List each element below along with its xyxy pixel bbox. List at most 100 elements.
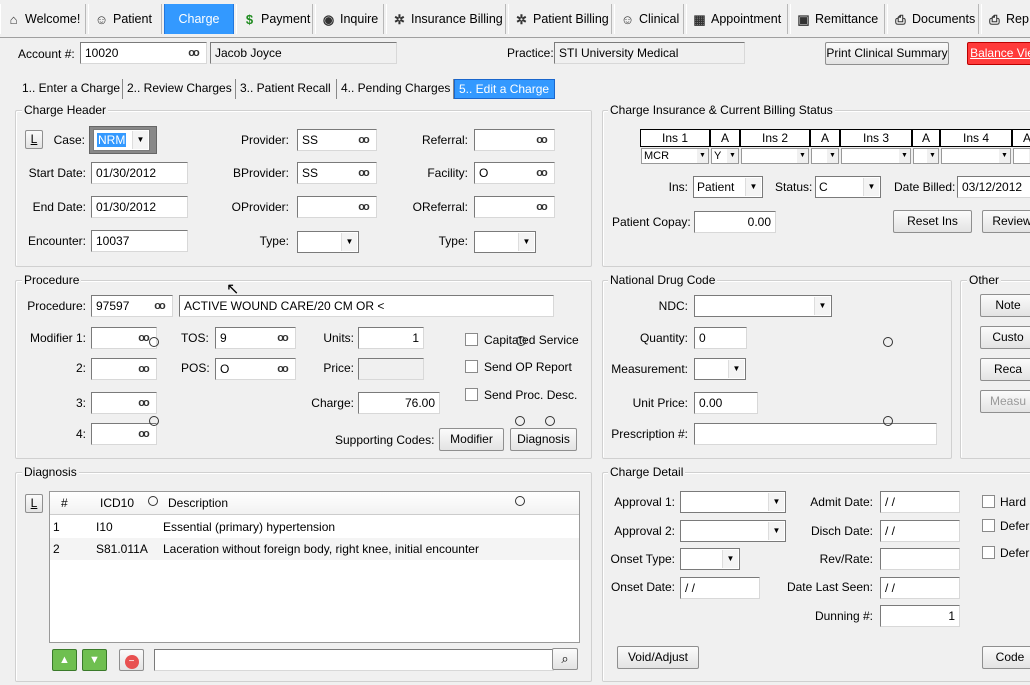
nav-welcome[interactable]: ⌂ Welcome!: [0, 4, 86, 34]
bprovider-field[interactable]: SS oo: [297, 162, 377, 184]
nav-appointment[interactable]: ▦ Appointment: [686, 4, 788, 34]
diagnosis-l-button[interactable]: L: [25, 494, 43, 513]
modifier2-field[interactable]: oo: [91, 358, 157, 380]
search-icon[interactable]: ⌕: [552, 648, 578, 670]
lookup-icon[interactable]: oo: [530, 198, 552, 216]
code-button[interactable]: Code: [982, 646, 1030, 669]
type2-select[interactable]: ▼: [474, 231, 536, 253]
note-button[interactable]: Note: [980, 294, 1030, 317]
type-select[interactable]: ▼: [297, 231, 359, 253]
reset-ins-button[interactable]: Reset Ins: [893, 210, 972, 233]
procedure-code-field[interactable]: 97597 oo: [91, 295, 173, 317]
pos-field[interactable]: Ooo: [215, 358, 296, 380]
start-date-field[interactable]: 01/30/2012: [91, 162, 188, 184]
oprovider-field[interactable]: oo: [297, 196, 377, 218]
prescription-field[interactable]: [694, 423, 937, 445]
tab-3[interactable]: 3.. Patient Recall: [236, 79, 337, 99]
approval1-select[interactable]: ▼: [680, 491, 786, 513]
diagnosis-search-input[interactable]: [154, 649, 554, 671]
tab-4[interactable]: 4.. Pending Charges: [337, 79, 454, 99]
encounter-field[interactable]: 10037: [91, 230, 188, 252]
print-clinical-summary-button[interactable]: Print Clinical Summary: [825, 42, 949, 65]
ins-grid-select[interactable]: MCR ▼: [641, 148, 709, 164]
move-down-icon[interactable]: ▼: [82, 649, 107, 671]
onset-date-field[interactable]: / /: [680, 577, 760, 599]
void-adjust-button[interactable]: Void/Adjust: [617, 646, 699, 669]
custom-button[interactable]: Custo: [980, 326, 1030, 349]
ins-grid-select[interactable]: ▼: [1013, 148, 1030, 164]
lookup-icon[interactable]: oo: [271, 329, 293, 347]
defer2-checkbox[interactable]: [982, 546, 995, 559]
nav-charge[interactable]: Charge: [164, 4, 234, 34]
facility-field[interactable]: Ooo: [474, 162, 555, 184]
date-billed-field[interactable]: 03/12/2012: [957, 176, 1030, 198]
lookup-icon[interactable]: oo: [132, 360, 154, 378]
ins-grid-select[interactable]: Y ▼: [711, 148, 739, 164]
quantity-field[interactable]: 0: [694, 327, 747, 349]
modifier3-field[interactable]: oo: [91, 392, 157, 414]
move-up-icon[interactable]: ▲: [52, 649, 77, 671]
copay-field[interactable]: 0.00: [694, 211, 776, 233]
nav-clinical[interactable]: ☺ Clinical: [614, 4, 684, 34]
tab-2[interactable]: 2.. Review Charges: [123, 79, 236, 99]
approval2-select[interactable]: ▼: [680, 520, 786, 542]
send-op-report-checkbox[interactable]: [465, 360, 478, 373]
modifier4-field[interactable]: oo: [91, 423, 157, 445]
nav-payment[interactable]: $ Payment: [236, 4, 313, 34]
lookup-icon[interactable]: oo: [271, 360, 293, 378]
lookup-icon[interactable]: oo: [132, 425, 154, 443]
send-proc-desc-checkbox[interactable]: [465, 388, 478, 401]
lookup-icon[interactable]: oo: [352, 198, 374, 216]
case-select[interactable]: NRM ▼: [93, 129, 150, 151]
nav-remittance[interactable]: ▣ Remittance: [790, 4, 885, 34]
units-field[interactable]: 1: [358, 327, 424, 349]
dunning-field[interactable]: 1: [880, 605, 960, 627]
lookup-icon[interactable]: oo: [352, 131, 374, 149]
onset-type-select[interactable]: ▼: [680, 548, 740, 570]
nav-insurance-billing[interactable]: ✲ Insurance Billing: [386, 4, 506, 34]
lookup-icon[interactable]: oo: [148, 297, 170, 315]
tab-5[interactable]: 5.. Edit a Charge: [454, 79, 555, 99]
ins-grid-select[interactable]: ▼: [913, 148, 939, 164]
ndc-select[interactable]: ▼: [694, 295, 832, 317]
nav-rep[interactable]: ⎙ Rep: [981, 4, 1030, 34]
diagnosis-button[interactable]: Diagnosis: [510, 428, 577, 451]
lookup-icon[interactable]: oo: [132, 394, 154, 412]
hard-copy-checkbox[interactable]: [982, 495, 995, 508]
disch-date-field[interactable]: / /: [880, 520, 960, 542]
modifier1-field[interactable]: oo: [91, 327, 157, 349]
referral-field[interactable]: oo: [474, 129, 555, 151]
lookup-icon[interactable]: oo: [352, 164, 374, 182]
lookup-icon[interactable]: oo: [530, 164, 552, 182]
ins-grid-select[interactable]: ▼: [941, 148, 1011, 164]
rev-rate-field[interactable]: [880, 548, 960, 570]
recall-button[interactable]: Reca: [980, 358, 1030, 381]
oreferral-field[interactable]: oo: [474, 196, 555, 218]
nav-inquire[interactable]: ◉ Inquire: [315, 4, 384, 34]
ins-grid-select[interactable]: ▼: [741, 148, 809, 164]
review-button[interactable]: Review: [982, 210, 1030, 233]
status-select[interactable]: C ▼: [815, 176, 881, 198]
lookup-icon[interactable]: oo: [182, 44, 204, 62]
date-last-seen-field[interactable]: / /: [880, 577, 960, 599]
provider-field[interactable]: SS oo: [297, 129, 377, 151]
nav-documents[interactable]: ⎙ Documents: [887, 4, 979, 34]
balance-view-button[interactable]: Balance Vie: [967, 42, 1030, 65]
defer1-checkbox[interactable]: [982, 519, 995, 532]
lookup-icon[interactable]: oo: [530, 131, 552, 149]
end-date-field[interactable]: 01/30/2012: [91, 196, 188, 218]
unit-price-field[interactable]: 0.00: [694, 392, 758, 414]
charge-header-l-button[interactable]: L: [25, 130, 43, 149]
nav-patient-billing[interactable]: ✲ Patient Billing: [508, 4, 612, 34]
account-number-field[interactable]: 10020 oo: [80, 42, 207, 64]
remove-icon[interactable]: −: [119, 649, 144, 671]
nav-patient[interactable]: ☺ Patient: [88, 4, 162, 34]
modifier-button[interactable]: Modifier: [439, 428, 504, 451]
ins-select[interactable]: Patient ▼: [693, 176, 763, 198]
charge-field[interactable]: 76.00: [358, 392, 440, 414]
admit-date-field[interactable]: / /: [880, 491, 960, 513]
capitated-service-checkbox[interactable]: [465, 333, 478, 346]
measurement-select[interactable]: ▼: [694, 358, 746, 380]
measure-button[interactable]: Measu: [980, 390, 1030, 413]
ins-grid-select[interactable]: ▼: [841, 148, 911, 164]
